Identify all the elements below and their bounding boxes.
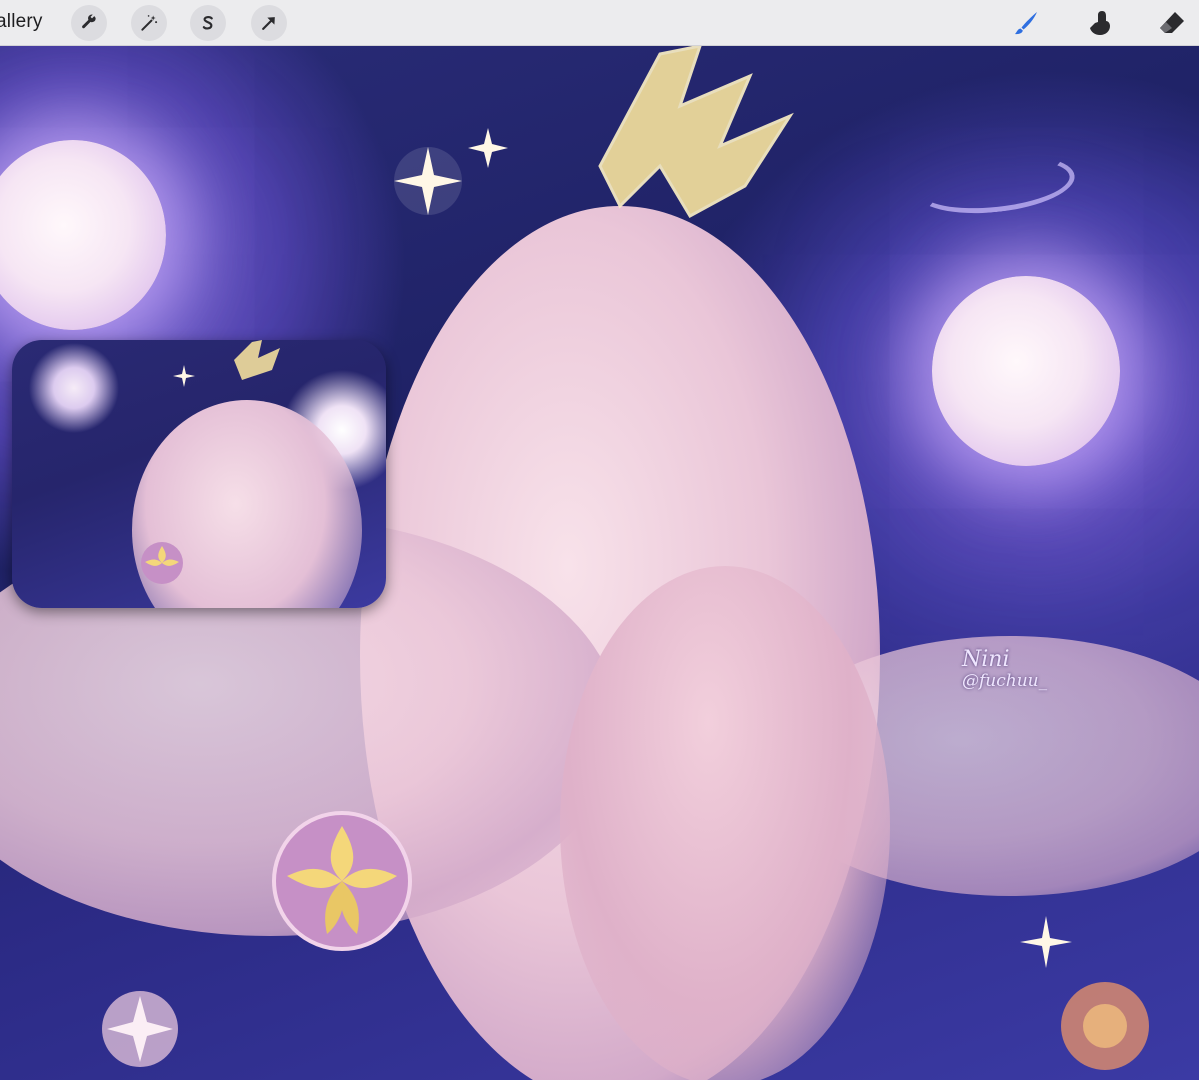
left-moon	[0, 140, 166, 330]
right-moon	[932, 276, 1120, 466]
wrench-icon	[82, 14, 96, 29]
brush-icon	[1015, 12, 1037, 35]
preview-crown	[234, 340, 280, 380]
top-toolbar: allery	[0, 0, 1199, 46]
corner-emblem-left	[102, 991, 178, 1067]
eraser-tool-button[interactable]	[1155, 6, 1189, 40]
crown-ornament	[598, 46, 794, 219]
brush-tool-button[interactable]	[1009, 6, 1043, 40]
preview-flower	[141, 542, 183, 584]
smudge-tool-button[interactable]	[1083, 6, 1117, 40]
arrow-cursor-icon	[262, 17, 275, 30]
artist-signature: Nini @fuchuu_	[962, 647, 1048, 692]
signature-handle: @fuchuu_	[962, 671, 1048, 692]
smudge-finger-icon	[1090, 11, 1110, 35]
reference-preview-window[interactable]	[12, 340, 386, 608]
adjustments-button[interactable]	[131, 5, 167, 41]
figure-shoulder	[560, 566, 890, 1080]
sparkle-star-small	[468, 128, 508, 168]
corner-emblem-right	[1061, 982, 1149, 1070]
actions-button[interactable]	[71, 5, 107, 41]
eraser-icon	[1160, 12, 1184, 33]
selection-button[interactable]	[190, 5, 226, 41]
signature-name: Nini	[962, 647, 1010, 672]
magic-wand-icon	[141, 15, 158, 31]
selection-s-icon	[202, 16, 213, 30]
sparkle-star-lower	[1020, 916, 1072, 968]
flower-emblem	[272, 811, 412, 951]
swirl-decoration	[912, 147, 1078, 221]
sparkle-star-large	[394, 147, 462, 215]
transform-button[interactable]	[251, 5, 287, 41]
gallery-button[interactable]: allery	[0, 11, 43, 33]
drawing-canvas[interactable]: Nini @fuchuu_	[0, 46, 1199, 1080]
preview-sparkle	[173, 365, 195, 387]
